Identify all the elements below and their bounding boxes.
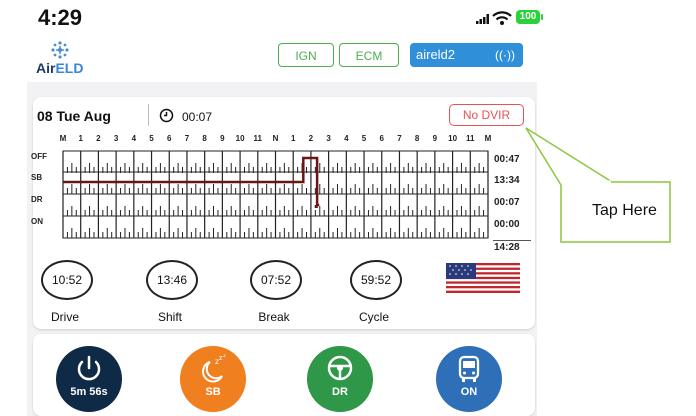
drive-timer: 10:52 xyxy=(41,260,93,300)
shift-timer: 13:46 xyxy=(146,260,198,300)
break-label: Break xyxy=(258,310,290,324)
drive-label: Drive xyxy=(50,310,79,324)
dr-status-button[interactable]: DR xyxy=(307,346,373,412)
us-flag-icon[interactable] xyxy=(446,263,520,293)
sleep-icon: z z z xyxy=(202,354,226,383)
steering-wheel-icon xyxy=(327,355,353,381)
svg-text:z: z xyxy=(223,354,226,359)
tap-here-callout xyxy=(525,127,671,243)
break-timer: 07:52 xyxy=(250,260,302,300)
cycle-label: Cycle xyxy=(358,310,389,324)
on-button-label: ON xyxy=(460,386,478,398)
power-icon xyxy=(77,355,101,381)
shift-label: Shift xyxy=(157,310,182,324)
duty-status-line xyxy=(63,156,320,207)
power-button-label: 5m 56s xyxy=(70,386,108,398)
bus-icon xyxy=(458,355,480,382)
power-status-button[interactable]: 5m 56s xyxy=(56,346,122,412)
callout-text: Tap Here xyxy=(592,202,657,219)
cycle-timer: 59:52 xyxy=(350,260,402,300)
sb-button-label: SB xyxy=(205,386,221,398)
sb-status-button[interactable]: z z z SB xyxy=(180,346,246,412)
dr-button-label: DR xyxy=(332,386,348,398)
on-status-button[interactable]: ON xyxy=(436,346,502,412)
